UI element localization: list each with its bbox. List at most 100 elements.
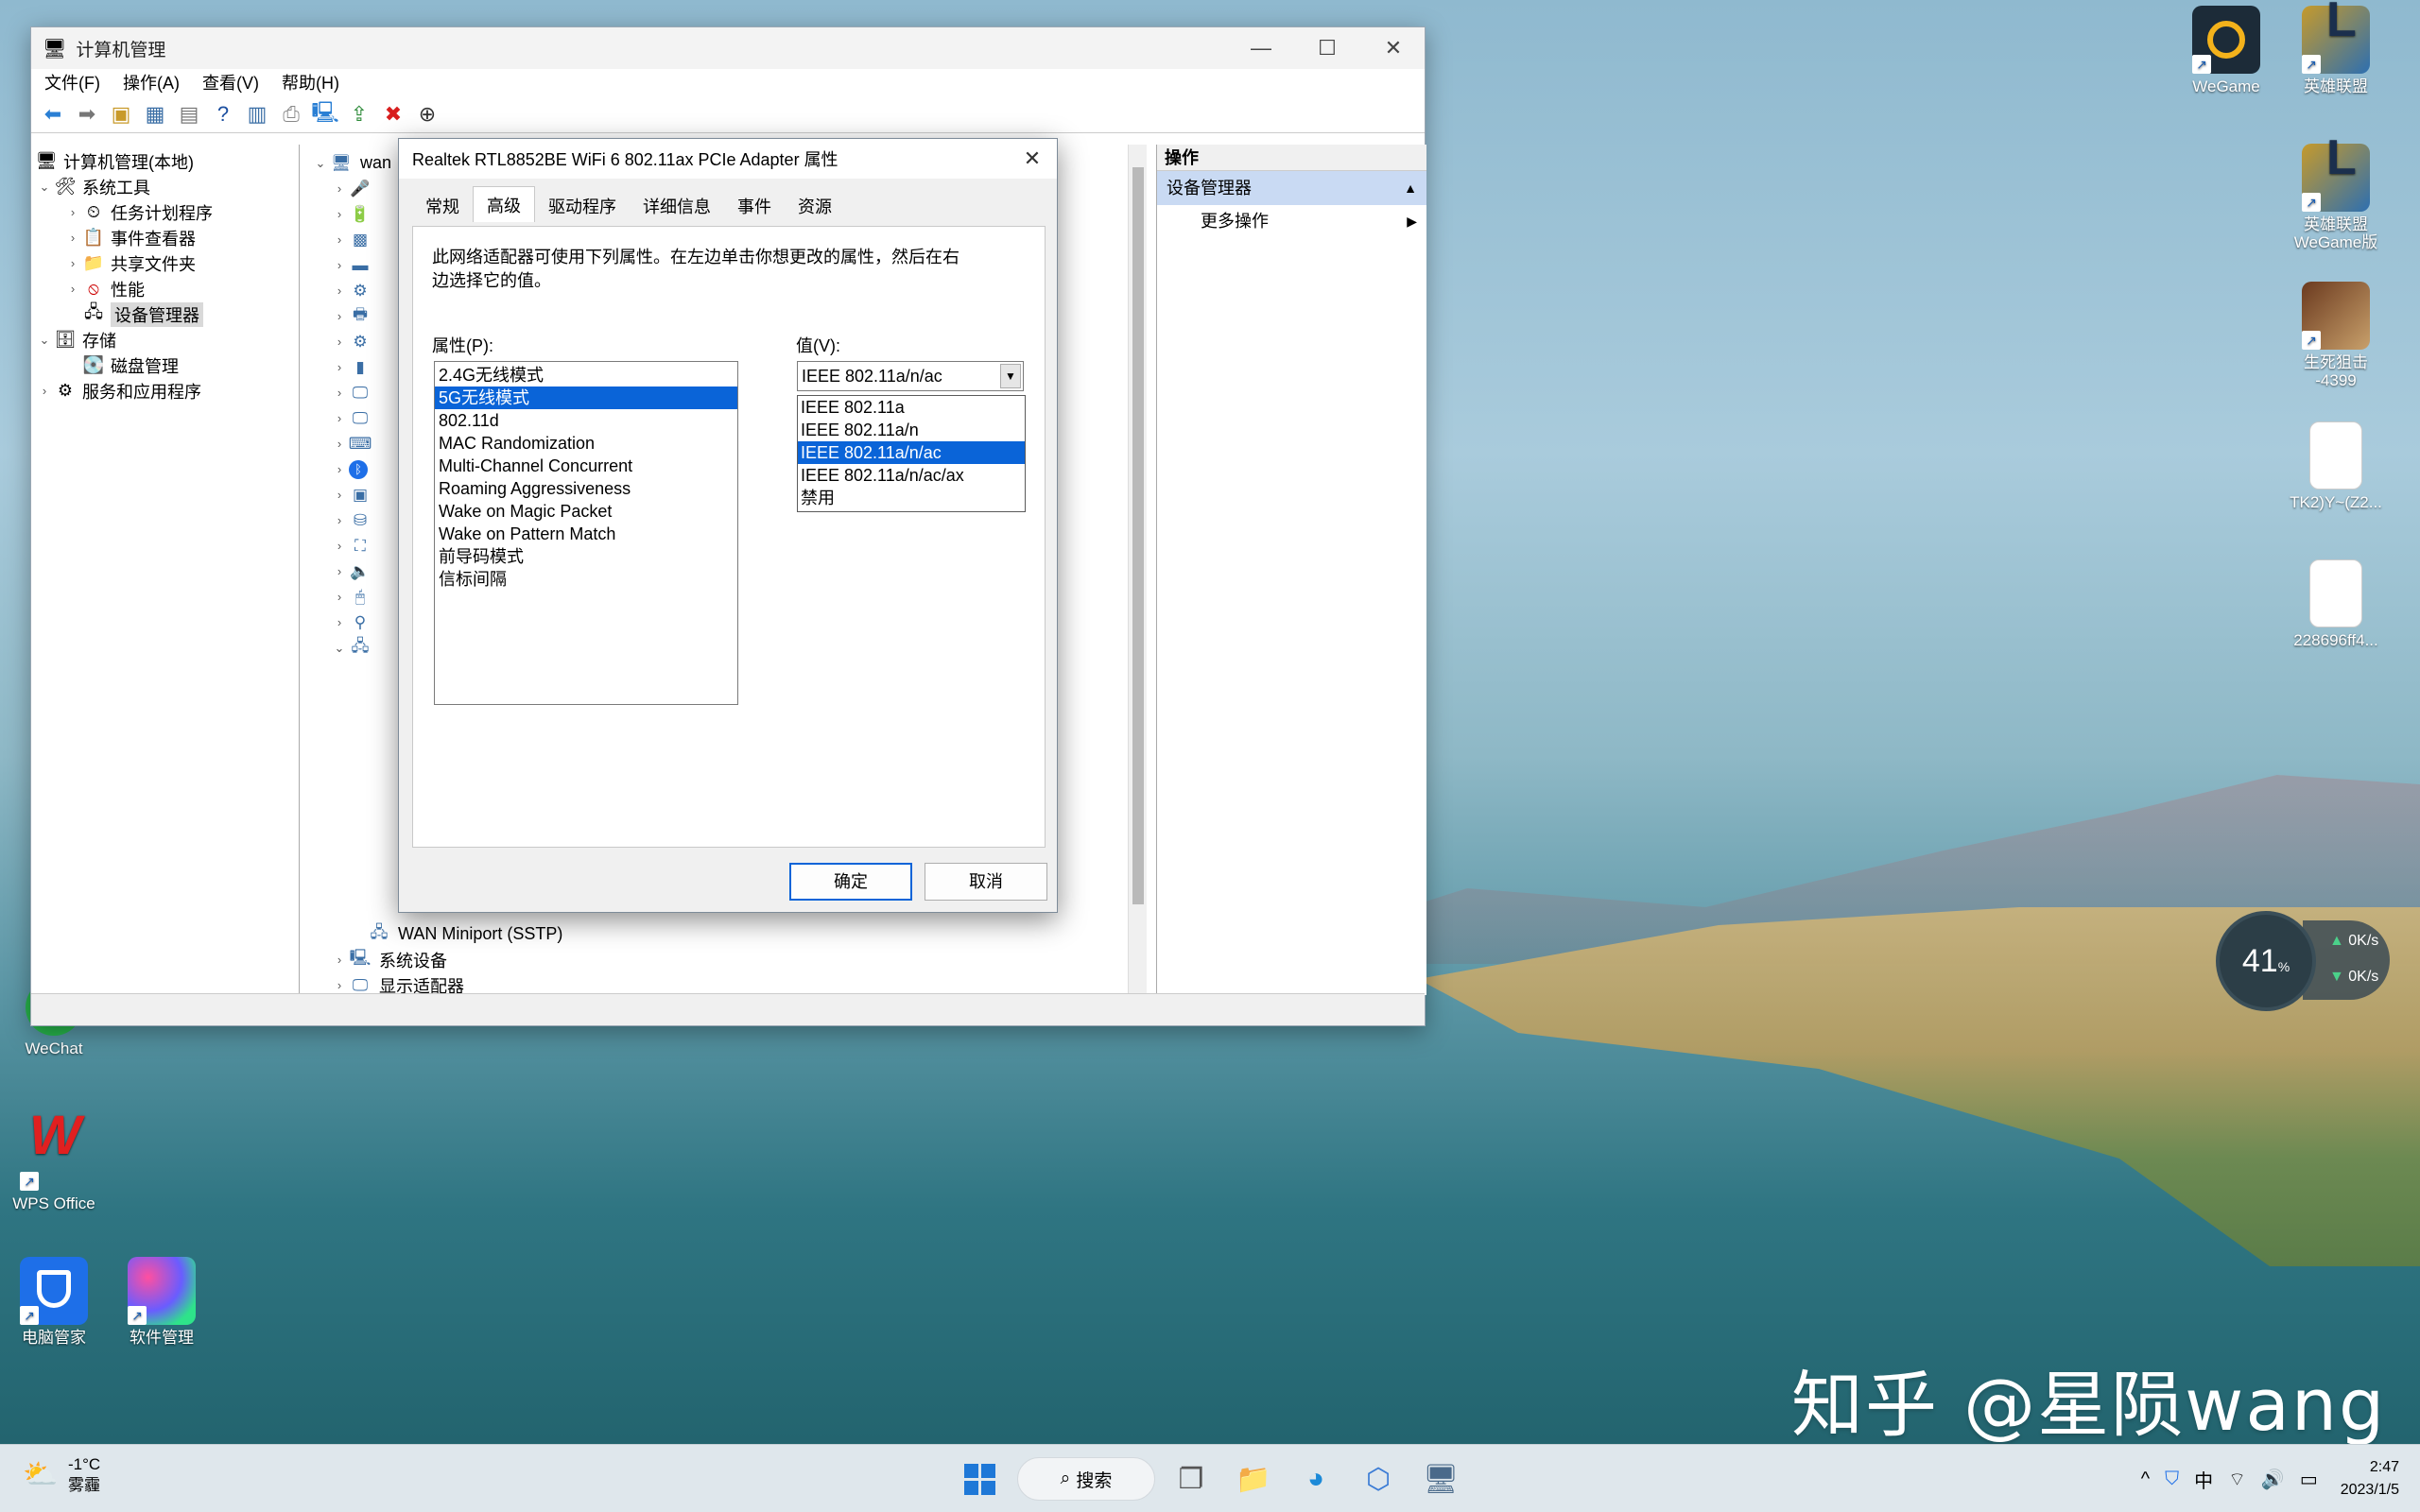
- device-category[interactable]: › ᛒ: [330, 456, 375, 482]
- chevron-right-icon[interactable]: ›: [330, 284, 349, 298]
- property-item[interactable]: Wake on Pattern Match: [435, 523, 737, 545]
- forward-arrow-icon[interactable]: ➡: [73, 100, 101, 129]
- chevron-up-icon[interactable]: ^: [2141, 1469, 2150, 1490]
- chevron-right-icon[interactable]: ›: [330, 360, 349, 374]
- tree-item-root[interactable]: 🖥 计算机管理(本地): [31, 148, 299, 174]
- tree-item-system-tools[interactable]: ⌄ 🛠 系统工具: [31, 174, 299, 199]
- device-category[interactable]: › ▮: [330, 354, 379, 380]
- computer-management-taskbar-button[interactable]: 🖥: [1416, 1454, 1465, 1503]
- device-category[interactable]: › ⚙: [330, 329, 379, 354]
- value-select[interactable]: IEEE 802.11a/n/ac ▼: [797, 361, 1024, 391]
- chevron-down-icon[interactable]: ⌄: [35, 333, 54, 348]
- device-tree-scrollbar[interactable]: [1128, 145, 1147, 995]
- property-item-selected[interactable]: 5G无线模式: [435, 387, 737, 409]
- tab-advanced[interactable]: 高级: [473, 186, 535, 222]
- ime-indicator[interactable]: 中: [2194, 1466, 2213, 1493]
- chevron-right-icon[interactable]: ›: [63, 205, 82, 219]
- tab-events[interactable]: 事件: [724, 190, 785, 222]
- desktop-icon-software[interactable]: ↗ 软件管理: [110, 1257, 214, 1347]
- menu-help[interactable]: 帮助(H): [282, 70, 339, 94]
- device-category[interactable]: › ⌨: [330, 431, 379, 456]
- file-explorer-button[interactable]: 📁: [1229, 1454, 1278, 1503]
- device-category-system[interactable]: › 🖳 系统设备: [330, 947, 447, 972]
- property-item[interactable]: Roaming Aggressiveness: [435, 477, 737, 500]
- device-category[interactable]: › 🔈: [330, 558, 379, 584]
- tree-item-shared-folders[interactable]: › 📁 共享文件夹: [31, 250, 299, 276]
- back-arrow-icon[interactable]: ⬅: [39, 100, 67, 129]
- chevron-right-icon[interactable]: ›: [330, 437, 349, 451]
- dialog-titlebar[interactable]: Realtek RTL8852BE WiFi 6 802.11ax PCIe A…: [399, 139, 1057, 179]
- edge-button[interactable]: ◕: [1291, 1454, 1340, 1503]
- desktop-icon-lol-wegame[interactable]: L ↗ 英雄联盟 WeGame版: [2284, 133, 2388, 251]
- window-titlebar[interactable]: 🖥 计算机管理 — ☐ ✕: [31, 27, 1425, 69]
- device-category-network[interactable]: ⌄ 🖧: [330, 635, 379, 661]
- desktop-icon-doc2[interactable]: 228696ff4...: [2284, 559, 2388, 649]
- up-folder-icon[interactable]: ▣: [107, 100, 135, 129]
- uninstall-icon[interactable]: ✖: [379, 100, 407, 129]
- device-category[interactable]: › ⛶: [330, 533, 379, 558]
- chevron-right-icon[interactable]: ›: [330, 615, 349, 629]
- tab-driver[interactable]: 驱动程序: [535, 190, 630, 222]
- device-category[interactable]: › 🖵: [330, 405, 379, 431]
- property-item[interactable]: 802.11d: [435, 409, 737, 432]
- device-wan-sstp[interactable]: 🖧 WAN Miniport (SSTP): [368, 921, 563, 947]
- action-pane-icon[interactable]: ▥: [243, 100, 271, 129]
- copilot-button[interactable]: ⬡: [1354, 1454, 1403, 1503]
- chevron-right-icon[interactable]: ›: [63, 282, 82, 296]
- value-option[interactable]: IEEE 802.11a: [798, 396, 1025, 419]
- tree-item-services-apps[interactable]: › ⚙ 服务和应用程序: [31, 378, 299, 404]
- chevron-right-icon[interactable]: ›: [330, 462, 349, 476]
- wifi-icon[interactable]: ⌔: [2228, 1468, 2246, 1491]
- scan-hardware-icon[interactable]: ⊕: [413, 100, 441, 129]
- help-icon[interactable]: ?: [209, 100, 237, 129]
- device-root[interactable]: ⌄ 🖥 wan: [311, 150, 391, 176]
- dialog-close-button[interactable]: ✕: [1017, 145, 1047, 173]
- desktop-icon-wegame[interactable]: ↗ WeGame: [2174, 6, 2278, 95]
- tree-item-disk-management[interactable]: 💽 磁盘管理: [31, 352, 299, 378]
- tab-resources[interactable]: 资源: [785, 190, 845, 222]
- taskbar-search[interactable]: ⌕ 搜索: [1017, 1457, 1155, 1501]
- cancel-button[interactable]: 取消: [925, 863, 1047, 901]
- chevron-right-icon[interactable]: ›: [330, 411, 349, 425]
- update-driver-icon[interactable]: ⇪: [345, 100, 373, 129]
- chevron-right-icon[interactable]: ›: [330, 335, 349, 349]
- desktop-icon-wps[interactable]: W ↗ WPS Office: [2, 1108, 106, 1213]
- value-option-selected[interactable]: IEEE 802.11a/n/ac: [798, 441, 1025, 464]
- chevron-right-icon[interactable]: ›: [63, 231, 82, 245]
- properties-icon[interactable]: ▤: [175, 100, 203, 129]
- device-category[interactable]: › 🎤: [330, 176, 379, 201]
- chevron-down-icon[interactable]: ▼: [1000, 364, 1021, 388]
- value-option[interactable]: IEEE 802.11a/n: [798, 419, 1025, 441]
- desktop-icon-pcmanager[interactable]: ↗ 电脑管家: [2, 1257, 106, 1347]
- device-category[interactable]: › 🔋: [330, 201, 379, 227]
- close-button[interactable]: ✕: [1360, 27, 1426, 69]
- device-category[interactable]: › ⚲: [330, 610, 379, 635]
- chevron-right-icon[interactable]: ›: [330, 386, 349, 400]
- property-item[interactable]: Multi-Channel Concurrent: [435, 455, 737, 477]
- device-category[interactable]: › ⚙: [330, 278, 379, 303]
- clock[interactable]: 2:47 2023/1/5: [2341, 1456, 2399, 1502]
- tree-item-task-scheduler[interactable]: › ⏲ 任务计划程序: [31, 199, 299, 225]
- chevron-right-icon[interactable]: ›: [330, 309, 349, 323]
- ok-button[interactable]: 确定: [789, 863, 912, 901]
- network-speed-widget[interactable]: ▲ 0K/s ▼ 0K/s 41%: [2212, 905, 2390, 1015]
- chevron-right-icon[interactable]: ›: [330, 953, 349, 967]
- show-hide-tree-icon[interactable]: ▦: [141, 100, 169, 129]
- device-category[interactable]: › ▣: [330, 482, 379, 507]
- chevron-right-icon[interactable]: ›: [63, 256, 82, 270]
- property-list[interactable]: 2.4G无线模式 5G无线模式 802.11d MAC Randomizatio…: [434, 361, 738, 705]
- chevron-right-icon[interactable]: ›: [330, 258, 349, 272]
- chevron-right-icon[interactable]: ›: [330, 564, 349, 578]
- property-item[interactable]: 2.4G无线模式: [435, 364, 737, 387]
- chevron-right-icon[interactable]: ›: [330, 232, 349, 247]
- value-option[interactable]: IEEE 802.11a/n/ac/ax: [798, 464, 1025, 487]
- property-item[interactable]: MAC Randomization: [435, 432, 737, 455]
- chevron-right-icon[interactable]: ›: [35, 384, 54, 398]
- property-item[interactable]: 信标间隔: [435, 568, 737, 591]
- menu-file[interactable]: 文件(F): [44, 70, 100, 94]
- desktop-icon-shengsi[interactable]: ↗ 生死狙击 -4399: [2284, 282, 2388, 389]
- chevron-down-icon[interactable]: ⌄: [330, 641, 349, 656]
- actions-section-device-manager[interactable]: 设备管理器 ▲: [1157, 171, 1426, 205]
- device-category[interactable]: › ▩: [330, 227, 379, 252]
- battery-icon[interactable]: ▭: [2300, 1468, 2318, 1491]
